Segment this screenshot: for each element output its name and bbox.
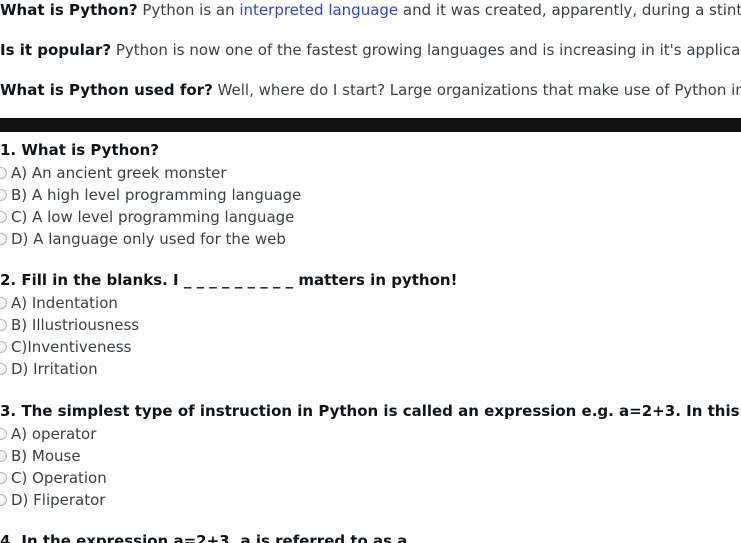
question-title-1: 1. What is Python? <box>0 140 741 161</box>
option-label-1c: C) A low level programming language <box>11 208 295 226</box>
intro-paragraph-2: Is it popular? Python is now one of the … <box>0 43 741 58</box>
option-label-1b: B) A high level programming language <box>11 186 302 204</box>
radio-icon[interactable] <box>0 319 7 331</box>
option-row-1c[interactable]: C) A low level programming language <box>0 206 741 228</box>
intro-paragraph-1-text-after-link: and it was created, apparently, during a… <box>398 1 741 19</box>
intro-paragraph-2-text: Python is now one of the fastest growing… <box>111 41 741 59</box>
question-title-1-text: 1. What is Python? <box>0 141 159 159</box>
intro-paragraph-1-text-before-link: Python is an <box>137 1 240 19</box>
question-title-3-text: 3. The simplest type of instruction in P… <box>0 402 741 420</box>
radio-icon[interactable] <box>0 341 7 353</box>
radio-icon[interactable] <box>0 450 7 462</box>
radio-icon[interactable] <box>0 363 7 375</box>
radio-icon[interactable] <box>0 494 7 506</box>
option-row-2d[interactable]: D) Irritation <box>0 358 741 380</box>
question-block-3: 3. The simplest type of instruction in P… <box>0 401 741 511</box>
radio-icon[interactable] <box>0 167 7 179</box>
radio-icon[interactable] <box>0 211 7 223</box>
quiz-section: 1. What is Python? A) An ancient greek m… <box>0 140 741 543</box>
interpreted-language-link[interactable]: interpreted language <box>239 1 398 19</box>
option-label-3a: A) operator <box>11 425 97 443</box>
option-row-3b[interactable]: B) Mouse <box>0 445 741 467</box>
option-label-2a: A) Indentation <box>11 294 118 312</box>
option-row-3a[interactable]: A) operator <box>0 423 741 445</box>
intro-paragraph-3: What is Python used for? Well, where do … <box>0 83 741 98</box>
option-row-2a[interactable]: A) Indentation <box>0 292 741 314</box>
radio-icon[interactable] <box>0 233 7 245</box>
option-row-1b[interactable]: B) A high level programming language <box>0 184 741 206</box>
radio-icon[interactable] <box>0 297 7 309</box>
question-title-2-text: 2. Fill in the blanks. I <box>0 271 184 289</box>
question-title-3: 3. The simplest type of instruction in P… <box>0 401 741 422</box>
browser-viewport: What is Python? Python is an interpreted… <box>0 0 741 543</box>
option-row-2c[interactable]: C)Inventiveness <box>0 336 741 358</box>
option-label-3b: B) Mouse <box>11 447 81 465</box>
radio-icon[interactable] <box>0 472 7 484</box>
question-block-4: 4. In the expression a=2+3, a is referre… <box>0 531 741 543</box>
question-title-4-text: 4. In the expression a=2+3, a is referre… <box>0 532 408 543</box>
option-row-3d[interactable]: D) Fliperator <box>0 489 741 511</box>
option-label-2b: B) Illustriousness <box>11 316 140 334</box>
option-label-3c: C) Operation <box>11 469 107 487</box>
intro-paragraph-1: What is Python? Python is an interpreted… <box>0 3 741 18</box>
question-title-2: 2. Fill in the blanks. I _ _ _ _ _ _ _ _… <box>0 270 741 291</box>
quiz-page: What is Python? Python is an interpreted… <box>0 0 741 543</box>
option-row-1d[interactable]: D) A language only used for the web <box>0 228 741 250</box>
question-2-blank: _ _ _ _ _ _ _ _ _ <box>183 271 294 289</box>
intro-paragraph-3-text: Well, where do I start? Large organizati… <box>212 81 741 99</box>
radio-icon[interactable] <box>0 428 7 440</box>
question-title-2-tail: matters in python! <box>293 271 458 289</box>
option-label-2d: D) Irritation <box>11 360 98 378</box>
option-row-1a[interactable]: A) An ancient greek monster <box>0 162 741 184</box>
option-label-2c: C)Inventiveness <box>11 338 132 356</box>
section-divider-bar <box>0 118 741 132</box>
intro-paragraph-3-heading: What is Python used for? <box>0 81 213 99</box>
option-label-1a: A) An ancient greek monster <box>11 164 227 182</box>
option-row-3c[interactable]: C) Operation <box>0 467 741 489</box>
intro-paragraph-1-heading: What is Python? <box>0 1 138 19</box>
question-block-2: 2. Fill in the blanks. I _ _ _ _ _ _ _ _… <box>0 270 741 380</box>
question-block-1: 1. What is Python? A) An ancient greek m… <box>0 140 741 250</box>
option-label-1d: D) A language only used for the web <box>11 230 286 248</box>
radio-icon[interactable] <box>0 189 7 201</box>
question-title-4: 4. In the expression a=2+3, a is referre… <box>0 531 741 543</box>
option-label-3d: D) Fliperator <box>11 491 106 509</box>
option-row-2b[interactable]: B) Illustriousness <box>0 314 741 336</box>
intro-paragraph-2-heading: Is it popular? <box>0 41 112 59</box>
intro-section: What is Python? Python is an interpreted… <box>0 3 741 98</box>
